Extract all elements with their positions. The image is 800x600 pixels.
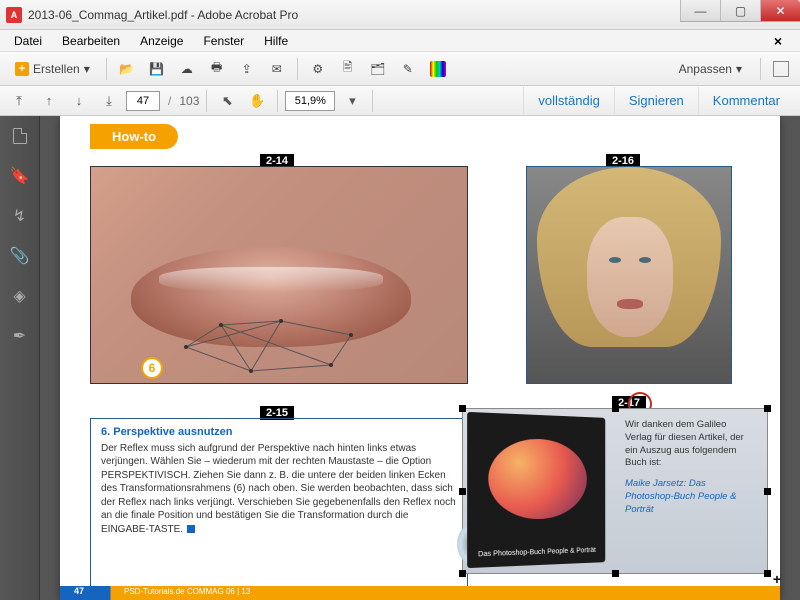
- document-area[interactable]: How-to 2-14 6 2-16 2-15 6. Perspektive a…: [40, 116, 800, 600]
- close-button[interactable]: ✕: [760, 0, 800, 22]
- tool-5-button[interactable]: [425, 56, 451, 82]
- page-icon: [13, 128, 27, 144]
- main-toolbar: + Erstellen ▾ 📂 💾 ☁ 🖶 ⇪ ✉ ⚙ 🖹 🗂 ✎ Anpass…: [0, 52, 800, 86]
- menu-window[interactable]: Fenster: [193, 32, 254, 50]
- bookmark-icon: 🗂: [370, 62, 385, 76]
- document-icon: 🖹: [343, 58, 353, 79]
- customize-label: Anpassen: [679, 62, 732, 76]
- last-page-button[interactable]: ⤓: [96, 89, 122, 113]
- page-number-input[interactable]: [126, 91, 160, 111]
- folder-icon: 📂: [119, 62, 134, 76]
- prev-page-button[interactable]: ↑: [36, 89, 62, 113]
- page-total: 103: [179, 94, 199, 108]
- cloud-button[interactable]: ☁: [174, 56, 200, 82]
- transform-polygon: [181, 317, 361, 377]
- create-label: Erstellen: [33, 62, 80, 76]
- next-page-button[interactable]: ↓: [66, 89, 92, 113]
- expand-icon: [773, 61, 789, 77]
- selected-object-2-17[interactable]: Das Photoshop-Buch People & Porträt Wir …: [462, 408, 768, 574]
- plus-handle-icon: +: [773, 571, 781, 587]
- thumbnails-panel-button[interactable]: [8, 124, 32, 148]
- flow-panel-button[interactable]: ↯: [8, 204, 32, 228]
- page-footer: 47 PSD-Tutorials.de COMMAG 06 | 13: [60, 586, 780, 600]
- workspace: 🔖 ↯ 📎 ◈ ✒ How-to 2-14 6 2-16 2-15 6.: [0, 116, 800, 600]
- tool-1-button[interactable]: ⚙: [305, 56, 331, 82]
- save-button[interactable]: 💾: [144, 56, 170, 82]
- selection-handles[interactable]: +: [459, 405, 771, 577]
- share-button[interactable]: ⇪: [234, 56, 260, 82]
- tool-3-button[interactable]: 🗂: [365, 56, 391, 82]
- paperclip-icon: 📎: [10, 246, 30, 266]
- gradient-icon: [430, 61, 446, 77]
- chevron-down-icon: ▾: [84, 62, 90, 76]
- signatures-panel-button[interactable]: ✒: [8, 324, 32, 348]
- end-square-icon: [187, 525, 195, 533]
- maximize-button[interactable]: ▢: [720, 0, 760, 22]
- menu-edit[interactable]: Bearbeiten: [52, 32, 130, 50]
- edit-icon: ✎: [403, 62, 413, 76]
- print-button[interactable]: 🖶: [204, 56, 230, 82]
- menu-file[interactable]: Datei: [4, 32, 52, 50]
- window-titlebar: A 2013-06_Commag_Artikel.pdf - Adobe Acr…: [0, 0, 800, 30]
- customize-button[interactable]: Anpassen ▾: [668, 56, 753, 82]
- email-button[interactable]: ✉: [264, 56, 290, 82]
- open-button[interactable]: 📂: [114, 56, 140, 82]
- chevron-down-icon: ▾: [736, 62, 742, 76]
- share-icon: ⇪: [242, 62, 252, 76]
- layers-icon: ◈: [13, 286, 25, 306]
- document-close-button[interactable]: ×: [764, 31, 792, 51]
- save-icon: 💾: [149, 62, 164, 76]
- footer-page-number: 47: [74, 586, 84, 596]
- fullscreen-link[interactable]: vollständig: [523, 87, 613, 114]
- text-box-title: 6. Perspektive ausnutzen: [101, 425, 457, 440]
- pdf-icon: A: [6, 7, 22, 23]
- window-title: 2013-06_Commag_Artikel.pdf - Adobe Acrob…: [28, 8, 298, 22]
- minimize-button[interactable]: —: [680, 0, 720, 22]
- flow-icon: ↯: [13, 206, 26, 226]
- bookmarks-panel-button[interactable]: 🔖: [8, 164, 32, 188]
- side-panel: 🔖 ↯ 📎 ◈ ✒: [0, 116, 40, 600]
- zoom-dropdown-button[interactable]: ▾: [339, 89, 365, 113]
- menu-bar: Datei Bearbeiten Anzeige Fenster Hilfe ×: [0, 30, 800, 52]
- sign-link[interactable]: Signieren: [614, 87, 698, 114]
- create-button[interactable]: + Erstellen ▾: [6, 56, 99, 82]
- mail-icon: ✉: [272, 62, 282, 76]
- attachments-panel-button[interactable]: 📎: [8, 244, 32, 268]
- pdf-page: How-to 2-14 6 2-16 2-15 6. Perspektive a…: [60, 116, 780, 600]
- first-page-button[interactable]: ⤒: [6, 89, 32, 113]
- fullscreen-button[interactable]: [768, 56, 794, 82]
- howto-badge: How-to: [90, 124, 178, 149]
- footer-text: PSD-Tutorials.de COMMAG 06 | 13: [124, 587, 250, 596]
- figure-2-16: [526, 166, 732, 384]
- page-separator: /: [164, 94, 175, 108]
- print-icon: 🖶: [211, 58, 222, 79]
- menu-view[interactable]: Anzeige: [130, 32, 193, 50]
- menu-help[interactable]: Hilfe: [254, 32, 298, 50]
- gear-icon: ⚙: [312, 62, 323, 76]
- marker-6-circle: 6: [141, 357, 163, 379]
- plus-icon: +: [15, 62, 29, 76]
- zoom-input[interactable]: [285, 91, 335, 111]
- select-tool-button[interactable]: ⬉: [214, 89, 240, 113]
- hand-tool-button[interactable]: ✋: [244, 89, 270, 113]
- nav-toolbar: ⤒ ↑ ↓ ⤓ / 103 ⬉ ✋ ▾ vollständig Signiere…: [0, 86, 800, 116]
- tool-2-button[interactable]: 🖹: [335, 56, 361, 82]
- tool-4-button[interactable]: ✎: [395, 56, 421, 82]
- text-box-body: Der Reflex muss sich aufgrund der Perspe…: [101, 443, 456, 535]
- comment-link[interactable]: Kommentar: [698, 87, 794, 114]
- cloud-icon: ☁: [181, 62, 193, 76]
- layers-panel-button[interactable]: ◈: [8, 284, 32, 308]
- pen-icon: ✒: [13, 326, 26, 346]
- figure-2-14: 6: [90, 166, 468, 384]
- bookmark-ribbon-icon: 🔖: [10, 166, 30, 186]
- text-box-2-15: 6. Perspektive ausnutzen Der Reflex muss…: [90, 418, 468, 588]
